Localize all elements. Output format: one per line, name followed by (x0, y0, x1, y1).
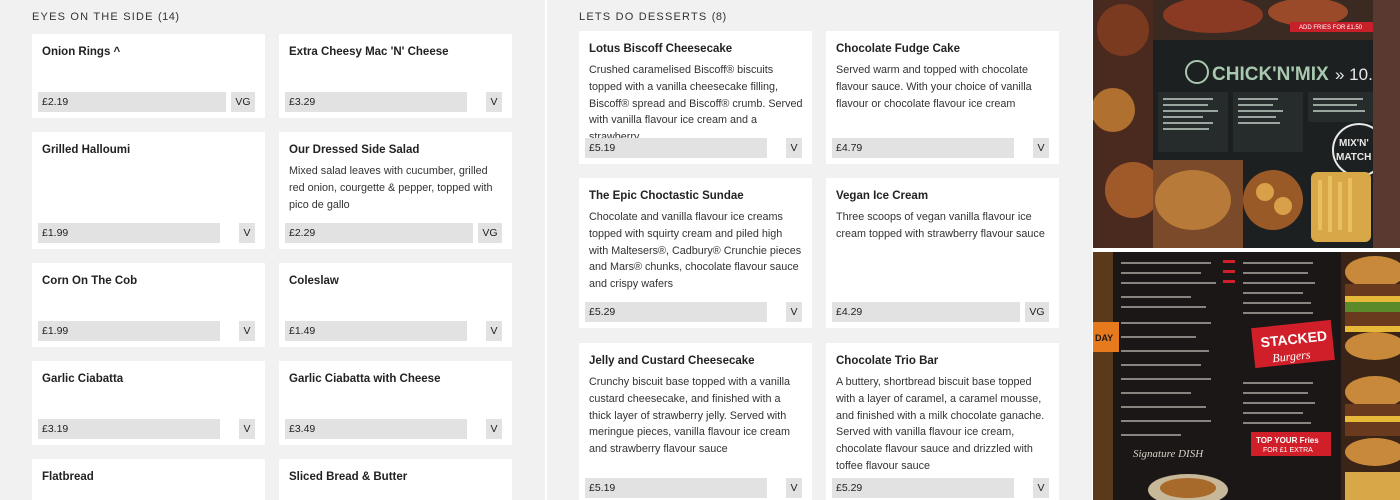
menu-photo-stacked-burgers[interactable]: DAY STACKED Burgers TOP YOUR Fries FOR £… (1093, 252, 1400, 500)
menu-item-card-jelly-and-custard-cheesecake[interactable]: Jelly and Custard Cheesecake Crunchy bisc… (579, 343, 812, 500)
item-description: Three scoops of vegan vanilla flavour ic… (836, 211, 1045, 240)
vegetarian-badge: V (786, 478, 802, 498)
svg-text:Signature DISH: Signature DISH (1133, 448, 1204, 460)
item-name: Sliced Bread & Butter (289, 471, 408, 483)
section-title-text: EYES ON THE SIDE (32, 11, 154, 23)
vegan-badge: VG (1025, 302, 1049, 322)
item-description: A buttery, shortbread biscuit base toppe… (836, 376, 1045, 472)
vegetarian-badge: V (1033, 138, 1049, 158)
section-title-text: LETS DO DESSERTS (579, 11, 708, 23)
item-name: Vegan Ice Cream (836, 190, 929, 202)
vegetarian-badge: V (486, 321, 502, 341)
menu-item-card-sliced-bread-butter[interactable]: Sliced Bread & Butter (279, 459, 512, 500)
item-price: £5.29 (832, 478, 1014, 498)
item-price: £3.29 (285, 92, 467, 112)
svg-text:TOP YOUR Fries: TOP YOUR Fries (1256, 436, 1319, 445)
item-price: £2.19 (38, 92, 226, 112)
menu-item-card-lotus-biscoff-cheesecake[interactable]: Lotus Biscoff Cheesecake Crushed carameli… (579, 31, 812, 164)
menu-item-card-grilled-halloumi[interactable]: Grilled Halloumi £1.99 V (32, 132, 265, 249)
vegetarian-badge: V (786, 138, 802, 158)
vegan-badge: VG (231, 92, 255, 112)
vegetarian-badge: V (239, 419, 255, 439)
item-name: Extra Cheesy Mac 'N' Cheese (289, 46, 449, 58)
item-price: £1.49 (285, 321, 467, 341)
item-name: Grilled Halloumi (42, 144, 131, 156)
menu-item-card-onion-rings[interactable]: Onion Rings ^ £2.19 VG (32, 34, 265, 118)
svg-text:CHICK'N'MIX: CHICK'N'MIX (1212, 64, 1329, 85)
item-name: Chocolate Fudge Cake (836, 43, 960, 55)
section-count: (14) (157, 11, 180, 23)
menu-photo-graphic: DAY STACKED Burgers TOP YOUR Fries FOR £… (1093, 252, 1400, 500)
menu-item-card-extra-cheesy-mac-n-cheese[interactable]: Extra Cheesy Mac 'N' Cheese £3.29 V (279, 34, 512, 118)
vegetarian-badge: V (239, 321, 255, 341)
item-name: Garlic Ciabatta with Cheese (289, 373, 441, 385)
item-name: Our Dressed Side Salad (289, 144, 420, 156)
item-name: Lotus Biscoff Cheesecake (589, 43, 733, 55)
item-price: £4.79 (832, 138, 1014, 158)
menu-item-card-garlic-ciabatta[interactable]: Garlic Ciabatta £3.19 V (32, 361, 265, 445)
menu-item-card-flatbread[interactable]: Flatbread (32, 459, 265, 500)
section-count: (8) (711, 11, 727, 23)
vegetarian-badge: V (786, 302, 802, 322)
section-title: EYES ON THE SIDE (14) (32, 11, 180, 23)
item-name: Garlic Ciabatta (42, 373, 124, 385)
item-description: Crunchy biscuit base topped with a vanil… (589, 376, 791, 456)
vegetarian-badge: V (486, 419, 502, 439)
item-name: Jelly and Custard Cheesecake (589, 355, 755, 367)
svg-text:MIX'N': MIX'N' (1339, 138, 1369, 149)
svg-text:ADD FRIES FOR £1.50: ADD FRIES FOR £1.50 (1299, 25, 1363, 31)
menu-item-card-garlic-ciabatta-with-cheese[interactable]: Garlic Ciabatta with Cheese £3.49 V (279, 361, 512, 445)
item-name: Onion Rings ^ (42, 46, 121, 58)
vegetarian-badge: V (1033, 478, 1049, 498)
menu-item-card-corn-on-the-cob[interactable]: Corn On The Cob £1.99 V (32, 263, 265, 347)
svg-text:DAY: DAY (1095, 333, 1113, 343)
svg-text:MATCH: MATCH (1336, 152, 1371, 163)
menu-item-card-coleslaw[interactable]: Coleslaw £1.49 V (279, 263, 512, 347)
menu-item-card-our-dressed-side-salad[interactable]: Our Dressed Side Salad Mixed salad leaves… (279, 132, 512, 249)
vegetarian-badge: V (239, 223, 255, 243)
menu-item-card-chocolate-trio-bar[interactable]: Chocolate Trio Bar A buttery, shortbread … (826, 343, 1059, 500)
menu-item-card-vegan-ice-cream[interactable]: Vegan Ice Cream Three scoops of vegan van… (826, 178, 1059, 328)
item-price: £3.19 (38, 419, 220, 439)
item-price: £3.49 (285, 419, 467, 439)
menu-item-card-chocolate-fudge-cake[interactable]: Chocolate Fudge Cake Served warm and topp… (826, 31, 1059, 164)
item-price: £2.29 (285, 223, 473, 243)
vegetarian-badge: V (486, 92, 502, 112)
svg-text:FOR £1 EXTRA: FOR £1 EXTRA (1263, 447, 1313, 454)
sides-section: EYES ON THE SIDE (14) Onion Rings ^ £2.19… (0, 0, 545, 500)
item-name: The Epic Choctastic Sundae (589, 190, 744, 202)
item-price: £5.19 (585, 478, 767, 498)
item-name: Flatbread (42, 471, 94, 483)
item-description: Chocolate and vanilla flavour ice creams… (589, 211, 802, 291)
item-description: Mixed salad leaves with cucumber, grille… (289, 165, 493, 211)
item-price: £1.99 (38, 321, 220, 341)
menu-photo-graphic: CHICK'N'MIX » 10.49 ADD FRIES FOR £1.50 … (1093, 0, 1400, 248)
menu-photo-chicknmix[interactable]: CHICK'N'MIX » 10.49 ADD FRIES FOR £1.50 … (1093, 0, 1400, 248)
menu-item-card-the-epic-choctastic-sundae[interactable]: The Epic Choctastic Sundae Chocolate and … (579, 178, 812, 328)
vegan-badge: VG (478, 223, 502, 243)
item-name: Chocolate Trio Bar (836, 355, 939, 367)
item-name: Corn On The Cob (42, 275, 138, 287)
item-price: £1.99 (38, 223, 220, 243)
item-price: £5.19 (585, 138, 767, 158)
item-description: Served warm and topped with chocolate fl… (836, 64, 1032, 110)
item-price: £4.29 (832, 302, 1020, 322)
item-price: £5.29 (585, 302, 767, 322)
section-title: LETS DO DESSERTS (8) (579, 11, 727, 23)
item-name: Coleslaw (289, 275, 339, 287)
desserts-section: LETS DO DESSERTS (8) Lotus Biscoff Chees… (547, 0, 1092, 500)
item-description: Crushed caramelised Biscoff® biscuits to… (589, 64, 803, 143)
